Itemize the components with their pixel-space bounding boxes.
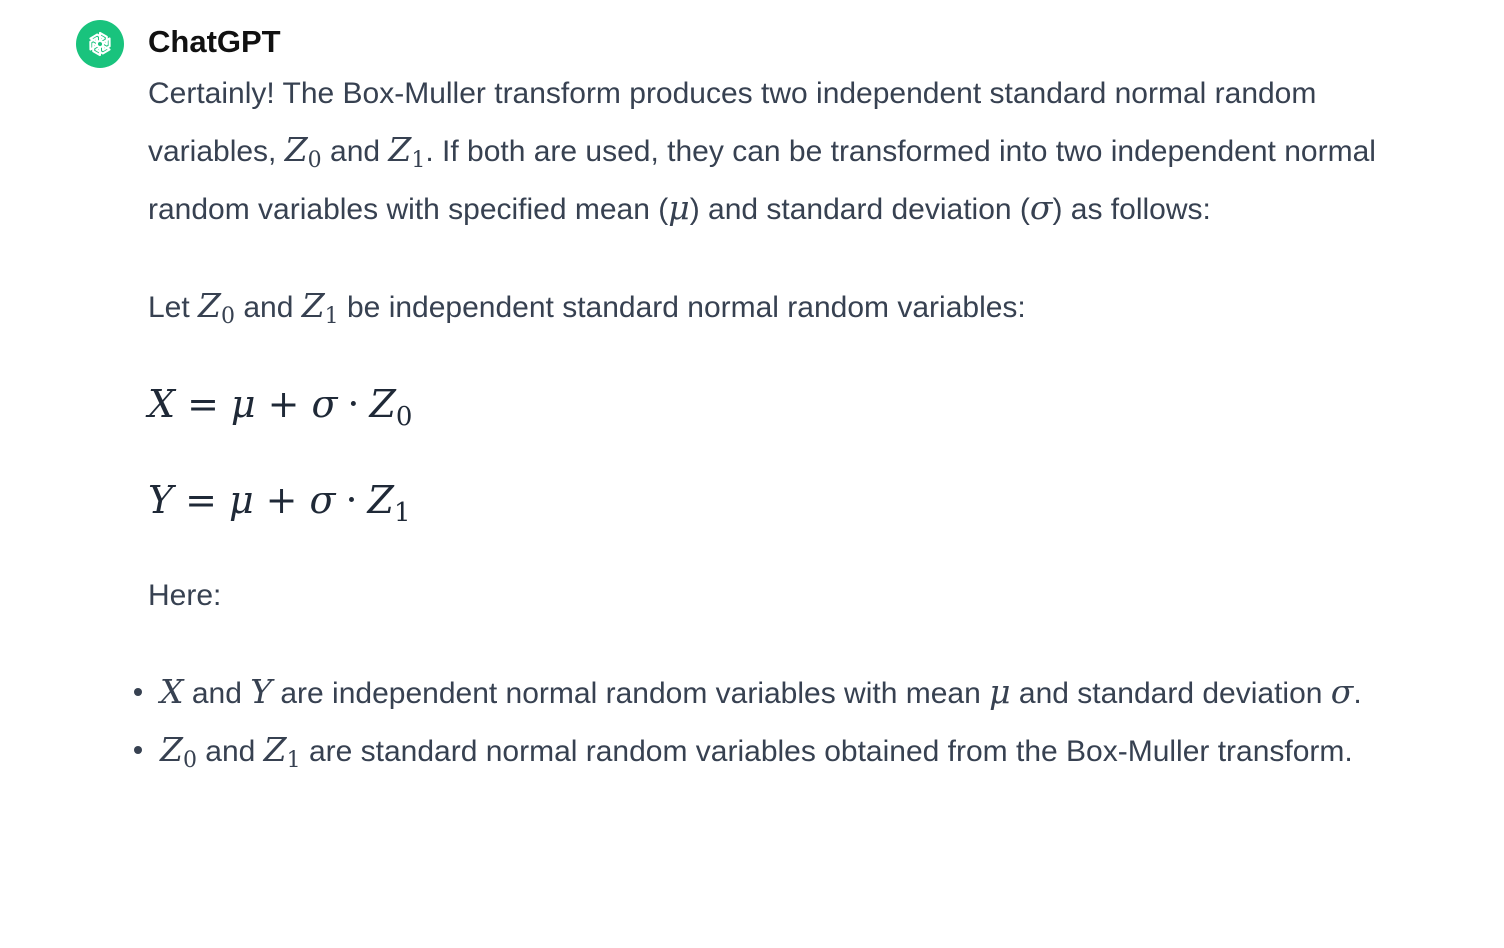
math-mu: μ [668,188,690,227]
math-z1: Z1 [301,286,339,329]
equation-y: Y = μ + σ · Z1 [148,478,411,528]
chatgpt-avatar [76,20,124,68]
intro-paragraph: Certainly! The Box-Muller transform prod… [148,77,1376,227]
let-paragraph: Let Z0 and Z1 be independent standard no… [148,286,1026,329]
assistant-message: Certainly! The Box-Muller transform prod… [134,66,1388,780]
math-z0: Z0 [284,130,322,173]
math-z1: Z1 [388,130,426,173]
here-label: Here: [148,579,222,612]
math-sigma: σ [1029,188,1053,227]
explanation-list: X and Y are independent normal random va… [134,664,1388,780]
openai-logo-icon [89,31,111,57]
message-author: ChatGPT [148,24,281,59]
list-item: X and Y are independent normal random va… [134,664,1388,722]
math-z0: Z0 [198,286,235,329]
list-item: Z0 and Z1 are standard normal random var… [134,722,1388,780]
equation-x: X = μ + σ · Z0 [148,382,413,432]
